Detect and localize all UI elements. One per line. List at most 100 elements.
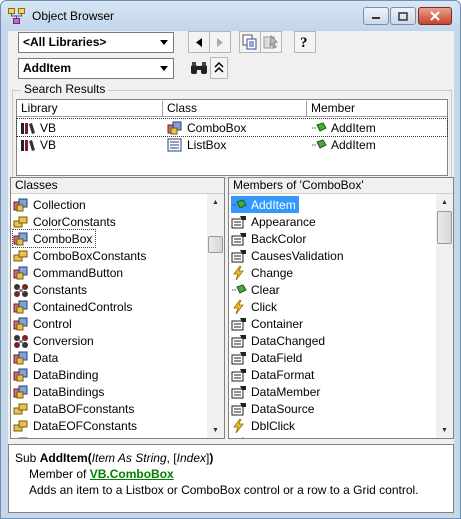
object-browser-client: <All Libraries> ? AddItem Search Results… (8, 31, 454, 513)
member-item[interactable]: CausesValidation (231, 247, 347, 264)
find-button[interactable] (188, 57, 210, 79)
member-item[interactable]: BackColor (231, 230, 309, 247)
class-icon (167, 121, 182, 135)
class-label: Data (33, 350, 59, 365)
event-icon (233, 418, 244, 433)
class-item[interactable]: Data (13, 349, 61, 366)
library-combo-value: <All Libraries> (23, 35, 107, 49)
search-combo-dropdown[interactable] (156, 60, 172, 77)
member-item[interactable]: DataChanged (231, 332, 328, 349)
scroll-up-arrow[interactable]: ▲ (207, 194, 224, 210)
class-item[interactable]: DataErrorConstants (13, 434, 142, 439)
member-item[interactable]: DataMember (231, 383, 323, 400)
maximize-button[interactable] (390, 7, 416, 25)
enum-icon (13, 216, 28, 227)
member-item[interactable]: AddItem (231, 196, 299, 213)
result-member: AddItem (331, 138, 376, 152)
member-description: Adds an item to a Listbox or ComboBox co… (29, 483, 419, 497)
member-item[interactable]: Click (231, 298, 280, 315)
class-item[interactable]: ColorConstants (13, 213, 119, 230)
collapse-results-button[interactable] (210, 57, 228, 79)
class-label: CommandButton (33, 265, 124, 280)
library-combo-dropdown[interactable] (156, 34, 172, 51)
member-item[interactable]: Appearance (231, 213, 319, 230)
class-item[interactable]: ContainedControls (13, 298, 135, 315)
member-item[interactable]: Container (231, 315, 306, 332)
enum-icon (13, 250, 28, 261)
search-result-row[interactable]: VB ListBox AddItem (17, 136, 447, 153)
view-definition-button[interactable] (260, 31, 282, 53)
method-icon (312, 122, 327, 132)
members-panel[interactable]: Members of 'ComboBox' AddItem Appearance B… (228, 177, 454, 439)
class-label: ColorConstants (33, 214, 116, 229)
members-header: Members of 'ComboBox' (229, 178, 453, 194)
column-header-library[interactable]: Library (17, 101, 163, 116)
classes-scrollbar[interactable]: ▲ ▼ (207, 194, 224, 438)
class-icon (13, 300, 28, 313)
search-result-row[interactable]: VB ComboBox AddItem (16, 118, 448, 137)
class-label: DataErrorConstants (33, 436, 139, 439)
property-icon (231, 334, 246, 347)
class-item[interactable]: Collection (13, 196, 89, 213)
member-item[interactable]: DataFormat (231, 366, 317, 383)
class-item[interactable]: Constants (13, 281, 90, 298)
window-title: Object Browser (32, 9, 115, 23)
class-label: DataEOFConstants (33, 418, 138, 433)
member-item[interactable]: DataField (231, 349, 305, 366)
class-item[interactable]: DataEOFConstants (13, 417, 140, 434)
class-item[interactable]: ComboBox (11, 229, 97, 248)
member-label: DblClick (251, 418, 296, 433)
search-combo[interactable]: AddItem (18, 58, 174, 79)
copy-button[interactable] (239, 31, 261, 53)
class-item[interactable]: Conversion (13, 332, 97, 349)
class-item[interactable]: ComboBoxConstants (13, 247, 149, 264)
minimize-button[interactable] (363, 7, 389, 25)
back-button[interactable] (188, 31, 210, 53)
enum-icon (13, 403, 28, 414)
class-item[interactable]: DataBinding (13, 366, 101, 383)
svg-text:?: ? (300, 35, 308, 50)
member-item[interactable]: Clear (231, 281, 283, 298)
method-icon (239, 436, 244, 438)
property-icon (231, 368, 246, 381)
member-label: DataChanged (251, 333, 326, 348)
member-label: Change (251, 265, 294, 280)
member-item[interactable]: DataSource (231, 400, 317, 417)
member-label: DataFormat (251, 367, 315, 382)
class-label: Constants (33, 282, 88, 297)
scroll-thumb[interactable] (208, 236, 223, 253)
member-item[interactable]: DblClick (231, 417, 298, 434)
minimize-icon (372, 17, 380, 19)
library-link[interactable]: VB (90, 467, 107, 481)
class-item[interactable]: Control (13, 315, 75, 332)
scroll-thumb[interactable] (437, 211, 452, 244)
column-header-class[interactable]: Class (163, 101, 307, 116)
classes-panel[interactable]: Classes Collection ColorConstants ComboBox… (10, 177, 225, 439)
member-name: AddItem (39, 451, 88, 465)
library-combo[interactable]: <All Libraries> (18, 32, 174, 53)
forward-button[interactable] (209, 31, 231, 53)
class-icon (13, 232, 28, 245)
class-item[interactable]: DataBOFconstants (13, 400, 137, 417)
property-icon (231, 317, 246, 330)
close-button[interactable] (418, 7, 452, 25)
property-icon (231, 351, 246, 364)
member-params: Item As String (91, 451, 167, 465)
search-results-list[interactable]: Library Class Member VB ComboBox AddItem… (16, 99, 448, 176)
scroll-up-arrow[interactable]: ▲ (436, 194, 453, 210)
members-scrollbar[interactable]: ▲ ▼ (436, 194, 453, 438)
scroll-down-arrow[interactable]: ▼ (207, 422, 224, 438)
class-item[interactable]: CommandButton (13, 264, 126, 281)
help-button[interactable]: ? (294, 31, 316, 53)
class-link[interactable]: ComboBox (110, 467, 174, 481)
member-of-line: Member of VB.ComboBox (29, 467, 174, 481)
class-item[interactable]: DataBindings (13, 383, 107, 400)
member-item[interactable]: Change (231, 264, 296, 281)
library-icon (21, 140, 35, 151)
property-icon (231, 385, 246, 398)
column-header-member[interactable]: Member (307, 101, 447, 116)
member-item[interactable]: Drag (231, 434, 280, 438)
title-bar[interactable]: Object Browser (1, 1, 460, 31)
scroll-down-arrow[interactable]: ▼ (436, 422, 453, 438)
forward-arrow-icon (217, 37, 223, 47)
